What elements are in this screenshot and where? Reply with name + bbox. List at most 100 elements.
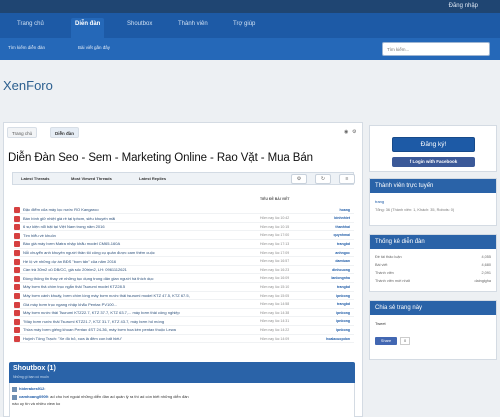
shoutbox-text: nào uy tín và nhiều view ko bbox=[12, 401, 61, 406]
settings-icon[interactable]: ⚙ bbox=[291, 174, 307, 184]
thread-time: Hôm nay lúc 14:22 bbox=[260, 327, 290, 332]
thread-user[interactable]: ipnbong bbox=[336, 311, 350, 315]
thread-title[interactable]: Máy bơm thả chìm trục ngắn thải Tsurumi … bbox=[23, 284, 238, 289]
login-box: Đăng ký! f Login with Facebook bbox=[369, 125, 497, 172]
stat-label: Thành viên mới nhất bbox=[375, 279, 410, 283]
thread-user[interactable]: trangbd bbox=[337, 302, 350, 306]
thread-title[interactable]: Đồng thông tin thay vé những tục dụng tr… bbox=[23, 276, 238, 281]
breadcrumb-home[interactable]: Trang chủ bbox=[7, 127, 38, 138]
thread-user[interactable]: damtuan bbox=[335, 259, 350, 263]
thread-row[interactable]: Máy bơm cánh khuấy, bơm chìm lòng máy bơ… bbox=[14, 292, 354, 301]
thread-time: Hôm nay lúc 14:31 bbox=[260, 319, 290, 324]
recent-posts-link[interactable]: Bài viết gần đây bbox=[78, 45, 110, 50]
thread-title[interactable]: Máy bơm nước thải Tsurumi KTZ22.7, KTZ 3… bbox=[23, 310, 238, 315]
thread-time: Hôm nay lúc 17:13 bbox=[260, 241, 290, 246]
facebook-share-button[interactable]: Share bbox=[375, 337, 397, 345]
thread-time: Hôm nay lúc 14:58 bbox=[260, 302, 290, 307]
thread-title[interactable]: Huỳnh Tông Trạch: "Xe đồ bỏ, xưa là đêm … bbox=[23, 336, 238, 341]
tab-most-viewed[interactable]: Most Viewed Threads bbox=[71, 176, 112, 181]
thread-title[interactable]: Báo giá máy bơm Matra nhập khẩu model CM… bbox=[23, 241, 238, 246]
thread-user[interactable]: hoalacuopdon bbox=[326, 337, 350, 341]
stat-value[interactable]: daingigha bbox=[475, 279, 491, 283]
nav-tab-home[interactable]: Trang chủ bbox=[17, 21, 44, 27]
thread-row[interactable]: Thừa máy bơm giếng khoan Pentax 4ST 24-3… bbox=[14, 326, 354, 335]
thread-user[interactable]: ipnbong bbox=[336, 319, 350, 323]
nav-tab-help[interactable]: Trợ giúp bbox=[233, 21, 255, 27]
thread-user[interactable]: lanlongnha bbox=[331, 276, 350, 280]
nav-tab-members[interactable]: Thành viên bbox=[178, 21, 208, 27]
shoutbox-user[interactable]: hiderakes912 bbox=[19, 386, 44, 391]
shoutbox-user[interactable]: camhoang0909 bbox=[19, 394, 48, 399]
thread-user[interactable]: dinhcuong bbox=[332, 268, 350, 272]
online-user[interactable]: trang bbox=[375, 199, 384, 204]
thread-status-icon bbox=[14, 207, 20, 213]
thread-row[interactable]: Cần trả 30m2 cũ DB/CC, giá sốc 20tr/m2, … bbox=[14, 266, 354, 275]
thread-title[interactable]: Cần trả 30m2 cũ DB/CC, giá sốc 20tr/m2, … bbox=[23, 267, 238, 272]
thread-title[interactable]: Hé lộ về những dự án BĐS "bom tấn" của n… bbox=[23, 259, 238, 264]
refresh-icon[interactable]: ↻ bbox=[315, 174, 331, 184]
login-link[interactable]: Đăng nhập bbox=[449, 3, 478, 9]
facebook-login-button[interactable]: f Login with Facebook bbox=[392, 157, 475, 167]
thread-row[interactable]: Đặc điểm của máy lọc nước RO Kangaroo hoa… bbox=[14, 206, 354, 215]
thread-row[interactable]: Nỗi chuyển anh khuyên người thân tôi côn… bbox=[14, 249, 354, 258]
thread-title[interactable]: Máy bơm cánh khuấy, bơm chìm lòng máy bơ… bbox=[23, 293, 238, 298]
thread-title[interactable]: Giá máy bơm trục ngang nhập khẩu Pentax … bbox=[23, 302, 238, 307]
thread-status-icon bbox=[14, 284, 20, 291]
thread-title[interactable]: 6 sự kiện nổi bật tại Việt Nam trong năm… bbox=[23, 224, 238, 229]
stat-row: Đề tài thảo luận 4,055 bbox=[375, 255, 491, 263]
facebook-login-label: Login with Facebook bbox=[412, 159, 458, 164]
gear-icon[interactable]: ⚙ bbox=[352, 129, 356, 135]
shoutbox-body: hiderakes912: camhoang0909: ad cho hơi n… bbox=[9, 383, 355, 417]
thread-title[interactable]: Bán bình giữ nhiệt giá rẻ tại tphcm, siê… bbox=[23, 216, 238, 221]
thread-title[interactable]: Tìm hiểu về khuôn bbox=[23, 233, 238, 238]
stat-row: Thành viên mới nhất daingigha bbox=[375, 279, 491, 287]
thread-user[interactable]: quynhmai bbox=[333, 233, 350, 237]
tab-latest-threads[interactable]: Latest Threads bbox=[21, 176, 49, 181]
thread-user[interactable]: binhnhiet bbox=[334, 216, 350, 220]
breadcrumb-forums[interactable]: Diễn đàn bbox=[50, 127, 80, 138]
thread-status-icon bbox=[14, 224, 20, 231]
forum-stats-box: Thống kê diễn đàn Đề tài thảo luận 4,055 … bbox=[369, 234, 497, 292]
thread-row[interactable]: Báo giá máy bơm Matra nhập khẩu model CM… bbox=[14, 240, 354, 249]
thread-user[interactable]: ipnbong bbox=[336, 294, 350, 298]
thread-status-icon bbox=[14, 215, 20, 222]
site-logo[interactable]: XenForo bbox=[3, 78, 53, 93]
thread-time: Hôm nay lúc 16:57 bbox=[260, 259, 290, 264]
thread-user[interactable]: ipnbong bbox=[336, 328, 350, 332]
thread-row[interactable]: "Máy bơm nước thải Tsurumi KTZ21.7, KTZ … bbox=[14, 318, 354, 327]
tab-latest-replies[interactable]: Latest Replies bbox=[139, 176, 166, 181]
tweet-button[interactable]: Tweet bbox=[375, 321, 386, 326]
thread-title[interactable]: Đặc điểm của máy lọc nước RO Kangaroo bbox=[23, 207, 238, 212]
thread-title[interactable]: Nỗi chuyển anh khuyên người thân tôi côn… bbox=[23, 250, 238, 255]
shoutbox-title[interactable]: Shoutbox (1) bbox=[13, 365, 56, 372]
thread-user[interactable]: trangbd bbox=[337, 242, 350, 246]
register-button[interactable]: Đăng ký! bbox=[392, 137, 475, 152]
share-title: Chia sẻ trang này bbox=[370, 301, 496, 315]
online-summary: Tổng: 36 (Thành viên: 1, Khách: 35, Robo… bbox=[375, 208, 455, 212]
thread-title[interactable]: Thừa máy bơm giếng khoan Pentax 4ST 24-3… bbox=[23, 327, 238, 332]
thread-row[interactable]: Hé lộ về những dự án BĐS "bom tấn" của n… bbox=[14, 258, 354, 266]
thread-user[interactable]: thanhhai bbox=[335, 225, 350, 229]
thread-row[interactable]: Máy bơm thả chìm trục ngắn thải Tsurumi … bbox=[14, 283, 354, 292]
search-input[interactable] bbox=[382, 42, 490, 56]
thread-row[interactable]: Tìm hiểu về khuôn Hôm nay lúc 17:00 quynhm… bbox=[14, 232, 354, 241]
thread-row[interactable]: 6 sự kiện nổi bật tại Việt Nam trong năm… bbox=[14, 223, 354, 232]
thread-time: Hôm nay lúc 14:09 bbox=[260, 336, 290, 341]
thread-row[interactable]: Huỳnh Tông Trạch: "Xe đồ bỏ, xưa là đêm … bbox=[14, 335, 354, 344]
thread-title[interactable]: "Máy bơm nước thải Tsurumi KTZ21.7, KTZ … bbox=[23, 319, 238, 324]
thread-user[interactable]: anhngoc bbox=[335, 251, 350, 255]
thread-row[interactable]: Bán bình giữ nhiệt giá rẻ tại tphcm, siê… bbox=[14, 215, 354, 223]
rss-icon[interactable]: ◉ bbox=[344, 129, 348, 135]
share-count: 0 bbox=[400, 337, 410, 345]
list-icon[interactable]: ≡ bbox=[339, 174, 355, 184]
page-title: Diễn Đàn Seo - Sem - Marketing Online - … bbox=[8, 152, 313, 164]
thread-user[interactable]: hoang bbox=[340, 208, 351, 212]
thread-row[interactable]: Giá máy bơm trục ngang nhập khẩu Pentax … bbox=[14, 301, 354, 309]
thread-row[interactable]: Đồng thông tin thay vé những tục dụng tr… bbox=[14, 275, 354, 284]
nav-tab-shoutbox[interactable]: Shoutbox bbox=[127, 21, 152, 27]
thread-user[interactable]: trangbd bbox=[337, 285, 350, 289]
avatar bbox=[12, 395, 17, 400]
nav-tab-forums[interactable]: Diễn đàn bbox=[71, 18, 105, 38]
thread-row[interactable]: Máy bơm nước thải Tsurumi KTZ22.7, KTZ 3… bbox=[14, 309, 354, 318]
search-forums-link[interactable]: Tìm kiếm diễn đàn bbox=[8, 45, 45, 50]
